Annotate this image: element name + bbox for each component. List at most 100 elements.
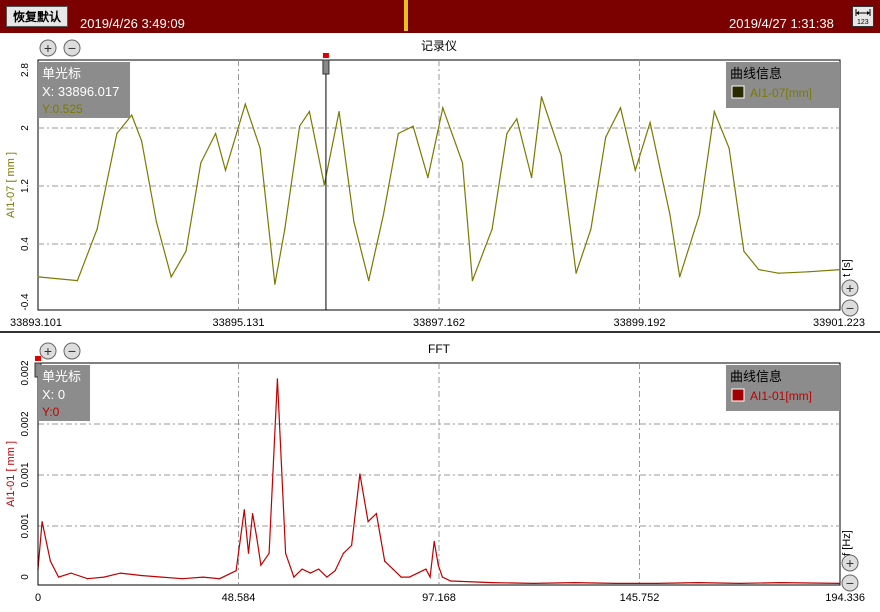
cursor-mode-label: 单光标 bbox=[42, 369, 81, 384]
x-axis-label: f [Hz] bbox=[841, 530, 853, 556]
data-point bbox=[58, 576, 60, 578]
data-point bbox=[758, 268, 760, 271]
data-point bbox=[37, 276, 39, 278]
y-tick-label: 2.8 bbox=[20, 63, 31, 77]
data-point bbox=[450, 580, 452, 582]
data-point bbox=[839, 582, 841, 585]
data-point bbox=[590, 228, 592, 230]
cursor-handle[interactable] bbox=[322, 53, 329, 58]
data-point bbox=[200, 162, 202, 164]
data-point bbox=[181, 578, 184, 580]
data-point bbox=[235, 570, 237, 572]
data-point bbox=[433, 540, 435, 542]
data-point bbox=[634, 169, 636, 171]
data-point bbox=[777, 272, 780, 274]
data-point bbox=[140, 574, 142, 577]
recorder-panel: 记录仪 33893.101 33895.131 33897.162 33899.192 3… bbox=[0, 33, 880, 333]
cursor-x-value: X: 0 bbox=[42, 387, 65, 402]
data-point bbox=[839, 268, 841, 271]
data-point bbox=[615, 582, 617, 585]
legend-box[interactable]: 曲线信息 AI1-07[mm] bbox=[726, 62, 840, 108]
data-point bbox=[679, 276, 681, 278]
fft-chart[interactable]: FFT 0 48.584 97.168 145.752 194.336 0.002 0.002… bbox=[0, 335, 880, 607]
legend-swatch bbox=[731, 85, 745, 99]
data-point bbox=[41, 520, 43, 523]
data-point bbox=[384, 560, 386, 562]
axis-scale-icon: 123 bbox=[855, 9, 871, 26]
y-zoom-out-icon[interactable]: − bbox=[841, 574, 859, 592]
zoom-glyph: − bbox=[846, 575, 854, 591]
legend-box[interactable]: 曲线信息 AI1-01[mm] bbox=[726, 365, 840, 411]
reset-default-button[interactable]: 恢复默认 bbox=[6, 6, 68, 27]
data-point bbox=[342, 552, 344, 554]
recorder-chart[interactable]: 记录仪 33893.101 33895.131 33897.162 33899.192 3… bbox=[0, 33, 880, 331]
data-point bbox=[251, 513, 254, 515]
y-tick-label: 0.001 bbox=[20, 462, 31, 487]
data-point bbox=[215, 132, 217, 135]
x-tick-label: 33895.131 bbox=[213, 317, 265, 329]
legend-title: 曲线信息 bbox=[730, 369, 782, 384]
legend-swatch bbox=[731, 388, 745, 402]
cursor-info-box[interactable]: 单光标 X: 33896.017 Y:0.525 bbox=[38, 62, 130, 118]
data-point bbox=[516, 118, 518, 120]
data-point bbox=[338, 110, 340, 113]
y-zoom-out-icon[interactable]: − bbox=[841, 299, 859, 317]
data-point bbox=[318, 568, 320, 570]
cursor-info-box[interactable]: 单光标 X: 0 Y:0 bbox=[38, 365, 90, 421]
data-point bbox=[259, 147, 261, 149]
y-zoom-in-icon[interactable]: + bbox=[841, 279, 859, 297]
zoom-in-icon[interactable]: + bbox=[39, 39, 57, 57]
chart-title: 记录仪 bbox=[421, 39, 457, 53]
legend-title: 曲线信息 bbox=[730, 66, 782, 81]
cursor-grip[interactable] bbox=[322, 59, 330, 75]
x-tick-label: 33893.101 bbox=[10, 317, 62, 329]
zoom-in-icon[interactable]: + bbox=[39, 342, 57, 360]
data-point bbox=[96, 228, 98, 230]
data-point bbox=[442, 107, 444, 109]
start-timestamp: 2019/4/26 3:49:09 bbox=[80, 16, 185, 31]
data-point bbox=[309, 572, 311, 574]
x-tick-label: 0 bbox=[35, 592, 41, 604]
y-axis-label: AI1-07 [ mm ] bbox=[5, 152, 17, 218]
cursor-handle[interactable] bbox=[35, 356, 41, 361]
data-point bbox=[412, 125, 414, 127]
data-point bbox=[353, 221, 355, 223]
data-point bbox=[131, 114, 133, 116]
axis-scale-button[interactable]: 123 bbox=[852, 6, 874, 27]
y-tick-label: 0.002 bbox=[20, 411, 31, 436]
data-point bbox=[441, 576, 444, 578]
zoom-out-icon[interactable]: − bbox=[63, 39, 81, 57]
data-point bbox=[298, 125, 301, 127]
data-point bbox=[161, 576, 163, 578]
data-point bbox=[268, 552, 270, 554]
data-point bbox=[656, 582, 658, 585]
y-zoom-in-icon[interactable]: + bbox=[841, 554, 859, 572]
data-point bbox=[86, 578, 89, 580]
time-range-bar[interactable]: 恢复默认 2019/4/26 3:49:09 2019/4/27 1:31:38… bbox=[0, 0, 880, 33]
data-point bbox=[491, 582, 493, 584]
zoom-glyph: − bbox=[68, 40, 76, 56]
data-point bbox=[408, 576, 411, 578]
data-point bbox=[427, 177, 429, 179]
zoom-out-icon[interactable]: − bbox=[63, 342, 81, 360]
y-tick-label: -0.4 bbox=[20, 293, 31, 311]
time-range-marker[interactable] bbox=[404, 0, 408, 31]
zoom-glyph: + bbox=[44, 40, 52, 56]
data-point bbox=[532, 582, 534, 585]
data-point bbox=[531, 177, 533, 179]
legend-series-name: AI1-07[mm] bbox=[750, 86, 812, 100]
data-point bbox=[649, 121, 651, 124]
data-point bbox=[243, 509, 245, 511]
data-point bbox=[367, 520, 369, 523]
x-tick-label: 194.336 bbox=[825, 592, 865, 604]
data-point bbox=[308, 110, 311, 113]
x-axis-label: t [s] bbox=[841, 259, 853, 277]
data-point bbox=[202, 576, 204, 578]
y-tick-label: 0 bbox=[20, 574, 31, 580]
data-point bbox=[491, 228, 493, 230]
fft-panel: FFT 0 48.584 97.168 145.752 194.336 0.002 0.002… bbox=[0, 335, 880, 607]
data-point bbox=[738, 582, 741, 585]
data-point bbox=[155, 221, 157, 223]
data-point bbox=[256, 536, 258, 539]
chart-title: FFT bbox=[428, 342, 451, 356]
